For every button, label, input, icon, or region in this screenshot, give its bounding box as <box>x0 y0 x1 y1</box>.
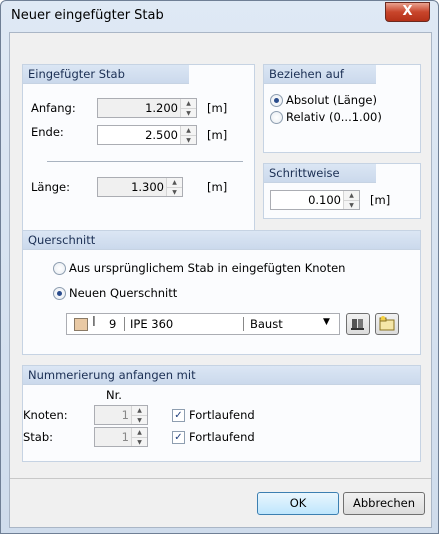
knoten-value: 1 <box>121 408 129 422</box>
radio-neuer-querschnitt-label[interactable]: Neuen Querschnitt <box>69 286 177 300</box>
spin-up-icon: ▲ <box>181 126 196 135</box>
cancel-label: Abbrechen <box>353 496 415 510</box>
i-beam-icon: I <box>92 315 96 330</box>
querschnitt-heading: Querschnitt <box>23 231 420 250</box>
close-button[interactable]: X <box>385 2 430 22</box>
spin-up-icon: ▲ <box>167 178 182 187</box>
knoten-field[interactable]: 1 ▲ ▼ <box>94 405 148 425</box>
eingefuegter-stab-heading: Eingefügter Stab <box>23 65 190 84</box>
nummerierung-heading: Nummerierung anfangen mit <box>23 366 420 385</box>
schrittweise-spinner[interactable]: ▲ ▼ <box>343 191 359 209</box>
section-name: IPE 360 <box>130 317 174 331</box>
querschnitt-group: Querschnitt Aus ursprünglichem Stab in e… <box>22 230 421 355</box>
schrittweise-field[interactable]: 0.100 ▲ ▼ <box>270 190 360 210</box>
close-icon: X <box>402 4 413 19</box>
ende-unit: [m] <box>207 128 228 142</box>
anfang-field[interactable]: 1.200 ▲ ▼ <box>97 98 197 118</box>
laenge-spinner[interactable]: ▲ ▼ <box>166 178 182 196</box>
eingefuegter-stab-group: Eingefügter Stab Anfang: 1.200 ▲ ▼ [m] En… <box>22 64 255 235</box>
library-icon <box>351 319 364 330</box>
radio-absolut[interactable] <box>270 94 283 107</box>
title-bar: Neuer eingefügter Stab X <box>1 1 438 31</box>
cancel-button[interactable]: Abbrechen <box>343 492 425 515</box>
section-divider <box>124 317 125 331</box>
stab-label: Stab: <box>23 430 54 444</box>
ok-label: OK <box>289 496 307 510</box>
section-number: 9 <box>109 317 117 331</box>
dialog-window: Neuer eingefügter Stab X Eingefügter Sta… <box>0 0 439 534</box>
radio-absolut-label[interactable]: Absolut (Länge) <box>286 93 377 107</box>
schrittweise-value: 0.100 <box>308 193 341 207</box>
ende-value: 2.500 <box>145 128 178 142</box>
laenge-field[interactable]: 1.300 ▲ ▼ <box>97 177 183 197</box>
window-title: Neuer eingefügter Stab <box>11 8 164 23</box>
stab-spinner[interactable]: ▲ ▼ <box>131 428 147 446</box>
new-section-icon <box>379 316 395 331</box>
dialog-body: Eingefügter Stab Anfang: 1.200 ▲ ▼ [m] En… <box>9 32 432 528</box>
laenge-label: Länge: <box>31 180 70 194</box>
stab-fortlaufend-label[interactable]: Fortlaufend <box>189 430 255 444</box>
spin-down-icon: ▼ <box>181 135 196 144</box>
stab-fortlaufend-checkbox[interactable]: ✓ <box>172 431 185 444</box>
anfang-unit: [m] <box>207 101 228 115</box>
spin-up-icon: ▲ <box>344 191 359 200</box>
spin-up-icon: ▲ <box>181 99 196 108</box>
nr-header: Nr. <box>106 388 122 402</box>
stab-field[interactable]: 1 ▲ ▼ <box>94 427 148 447</box>
anfang-label: Anfang: <box>31 101 76 115</box>
material-divider <box>243 317 244 331</box>
schrittweise-unit: [m] <box>370 193 391 207</box>
laenge-value: 1.300 <box>131 180 164 194</box>
schrittweise-group: Schrittweise 0.100 ▲ ▼ [m] <box>263 163 421 219</box>
stab-value: 1 <box>121 430 129 444</box>
laenge-unit: [m] <box>207 180 228 194</box>
chevron-down-icon[interactable]: ▼ <box>323 317 330 327</box>
library-button[interactable] <box>346 313 370 335</box>
schrittweise-heading: Schrittweise <box>264 164 377 183</box>
knoten-spinner[interactable]: ▲ ▼ <box>131 406 147 424</box>
radio-relativ-label[interactable]: Relativ (0...1.00) <box>286 110 382 124</box>
section-selector[interactable]: I 9 IPE 360 Baust ▼ <box>66 313 340 335</box>
radio-ursprung-label[interactable]: Aus ursprünglichem Stab in eingefügten K… <box>69 261 345 275</box>
anfang-value: 1.200 <box>145 101 178 115</box>
ende-field[interactable]: 2.500 ▲ ▼ <box>97 125 197 145</box>
spin-down-icon: ▼ <box>132 415 147 424</box>
knoten-label: Knoten: <box>23 408 68 422</box>
spin-down-icon: ▼ <box>181 108 196 117</box>
beziehen-auf-heading: Beziehen auf <box>264 65 377 84</box>
section-color-swatch <box>74 318 88 331</box>
radio-relativ[interactable] <box>270 111 283 124</box>
beziehen-auf-group: Beziehen auf Absolut (Länge) Relativ (0.… <box>263 64 421 153</box>
spin-down-icon: ▼ <box>132 437 147 446</box>
spin-down-icon: ▼ <box>344 200 359 209</box>
nummerierung-group: Nummerierung anfangen mit Nr. Knoten: 1 … <box>22 365 421 462</box>
ende-label: Ende: <box>31 125 64 139</box>
knoten-fortlaufend-checkbox[interactable]: ✓ <box>172 409 185 422</box>
ok-button[interactable]: OK <box>257 492 339 515</box>
spin-up-icon: ▲ <box>132 406 147 415</box>
ende-spinner[interactable]: ▲ ▼ <box>180 126 196 144</box>
divider <box>47 161 243 162</box>
spin-up-icon: ▲ <box>132 428 147 437</box>
anfang-spinner[interactable]: ▲ ▼ <box>180 99 196 117</box>
knoten-fortlaufend-label[interactable]: Fortlaufend <box>189 408 255 422</box>
material-name: Baust <box>250 317 283 331</box>
radio-ursprung[interactable] <box>53 262 66 275</box>
new-section-button[interactable] <box>375 313 399 335</box>
radio-neuer-querschnitt[interactable] <box>53 287 66 300</box>
spin-down-icon: ▼ <box>167 187 182 196</box>
footer-divider <box>10 478 431 479</box>
